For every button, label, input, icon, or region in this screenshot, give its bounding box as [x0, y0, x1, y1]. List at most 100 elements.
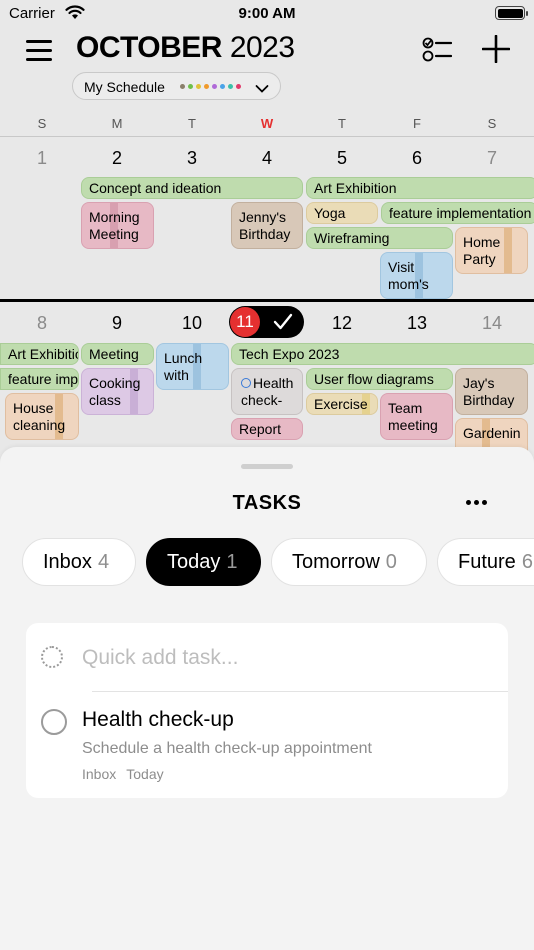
tab-count: 4: [97, 551, 110, 573]
task-title[interactable]: Health check-up: [82, 708, 234, 732]
day-number[interactable]: 7: [454, 148, 530, 169]
divider: [0, 136, 534, 137]
event-yoga[interactable]: Yoga: [306, 202, 378, 224]
event-label: Morning Meeting: [89, 209, 140, 242]
event-wireframing[interactable]: Wireframing: [306, 227, 453, 249]
tab-count: 6: [521, 551, 533, 573]
clock: 9:00 AM: [238, 5, 296, 22]
status-bar: Carrier 9:00 AM: [0, 0, 534, 28]
day-number[interactable]: 12: [304, 313, 380, 334]
event-visit-moms[interactable]: Visit mom's: [380, 252, 453, 299]
day-number[interactable]: 3: [154, 148, 230, 169]
checkmark-icon: [273, 313, 293, 336]
day-number[interactable]: 14: [454, 313, 530, 334]
day-number[interactable]: 8: [4, 313, 80, 334]
day-number[interactable]: 9: [79, 313, 155, 334]
weekday-label-today: W: [260, 116, 274, 131]
calendar-color-dot: [228, 84, 233, 89]
weekday-label: T: [338, 116, 346, 131]
weekday-label: T: [188, 116, 196, 131]
task-list-icon[interactable]: [422, 36, 453, 69]
weekday-label: S: [37, 116, 47, 131]
event-morning-meeting[interactable]: Morning Meeting: [81, 202, 154, 249]
tab-inbox[interactable]: Inbox 4: [22, 538, 136, 586]
task-description: Schedule a health check-up appointment: [82, 740, 372, 757]
event-jays-birthday[interactable]: Jay's Birthday: [455, 368, 528, 415]
event-home-party[interactable]: Home Party: [455, 227, 528, 274]
tab-count: 0: [385, 551, 397, 573]
day-number[interactable]: 6: [379, 148, 455, 169]
task-checkbox[interactable]: [41, 709, 67, 735]
task-list-tag: Inbox: [82, 766, 117, 782]
add-event-icon[interactable]: [481, 34, 511, 68]
quick-add-input[interactable]: [82, 643, 482, 673]
task-card: Health check-up Schedule a health check-…: [26, 623, 508, 798]
quick-add-circle-icon: [41, 646, 63, 668]
current-week-divider: [0, 299, 534, 302]
tab-label: Inbox: [43, 551, 92, 573]
weekday-label: F: [413, 116, 421, 131]
day-number[interactable]: 1: [4, 148, 80, 169]
day-number[interactable]: 13: [379, 313, 455, 334]
event-report[interactable]: Report: [231, 418, 303, 440]
event-jennys-birthday[interactable]: Jenny's Birthday: [231, 202, 303, 249]
event-exercise[interactable]: Exercise: [306, 393, 378, 415]
calendar-color-dot: [236, 84, 241, 89]
event-house-cleaning[interactable]: House cleaning: [5, 393, 79, 440]
schedule-label: My Schedule: [84, 79, 165, 95]
chevron-down-icon: [255, 81, 269, 97]
divider: [92, 691, 508, 692]
event-health-check[interactable]: Health check-: [231, 368, 303, 415]
month-title[interactable]: OCTOBER 2023: [76, 31, 295, 65]
tab-tomorrow[interactable]: Tomorrow 0: [271, 538, 427, 586]
tab-label: Today: [167, 551, 221, 573]
battery-icon: [495, 6, 528, 20]
day-number[interactable]: 10: [154, 313, 230, 334]
weekday-label: S: [487, 116, 497, 131]
day-number[interactable]: 4: [229, 148, 305, 169]
tab-future[interactable]: Future 6: [437, 538, 534, 586]
weekday-label: M: [111, 116, 123, 131]
tab-count: 1: [226, 551, 238, 573]
task-circle-icon: [241, 378, 251, 388]
event-label: Gardenin: [463, 425, 521, 441]
task-meta: Inbox Today: [82, 766, 174, 782]
event-user-flow-diagrams[interactable]: User flow diagrams: [306, 368, 453, 390]
event-label: Exercise: [314, 396, 368, 412]
calendar-color-dot: [196, 84, 201, 89]
event-concept-and-ideation[interactable]: Concept and ideation: [81, 177, 303, 199]
day-number[interactable]: 5: [304, 148, 380, 169]
event-art-exhibition[interactable]: Art Exhibitio: [0, 343, 79, 365]
hamburger-menu-icon[interactable]: [26, 40, 52, 62]
event-label: Home Party: [463, 234, 501, 267]
event-feature-implementation[interactable]: feature implementation: [381, 202, 534, 224]
calendar-color-dots: [180, 84, 241, 89]
event-label: Jenny's Birthday: [239, 209, 291, 242]
event-art-exhibition[interactable]: Art Exhibition: [306, 177, 534, 199]
calendar-color-dot: [220, 84, 225, 89]
more-options-icon[interactable]: [464, 500, 488, 506]
day-number[interactable]: 2: [79, 148, 155, 169]
event-lunch-with[interactable]: Lunch with: [156, 343, 229, 390]
calendar-color-dot: [180, 84, 185, 89]
event-cooking-class[interactable]: Cooking class: [81, 368, 154, 415]
calendar-color-dot: [212, 84, 217, 89]
sheet-drag-handle[interactable]: [241, 464, 293, 469]
sheet-title: TASKS: [232, 492, 302, 514]
event-meeting[interactable]: Meeting: [81, 343, 154, 365]
month-label: OCTOBER: [76, 31, 222, 64]
schedule-selector[interactable]: My Schedule: [72, 72, 281, 100]
event-label: Health check-: [241, 375, 293, 408]
today-indicator[interactable]: 11: [229, 306, 304, 338]
event-feature-implementation[interactable]: feature imp: [0, 368, 79, 390]
event-tech-expo-2023[interactable]: Tech Expo 2023: [231, 343, 534, 365]
event-team-meeting[interactable]: Team meeting: [380, 393, 453, 440]
today-day-number: 11: [230, 307, 260, 337]
calendar-color-dot: [188, 84, 193, 89]
tasks-sheet: TASKS Inbox4 Today1 Tomorrow0 Future6 He…: [0, 447, 534, 950]
tab-today[interactable]: Today 1: [146, 538, 261, 586]
tab-label: Tomorrow: [292, 551, 380, 573]
event-label: Jay's Birthday: [463, 375, 515, 408]
event-label: Team meeting: [388, 400, 438, 433]
calendar-color-dot: [204, 84, 209, 89]
